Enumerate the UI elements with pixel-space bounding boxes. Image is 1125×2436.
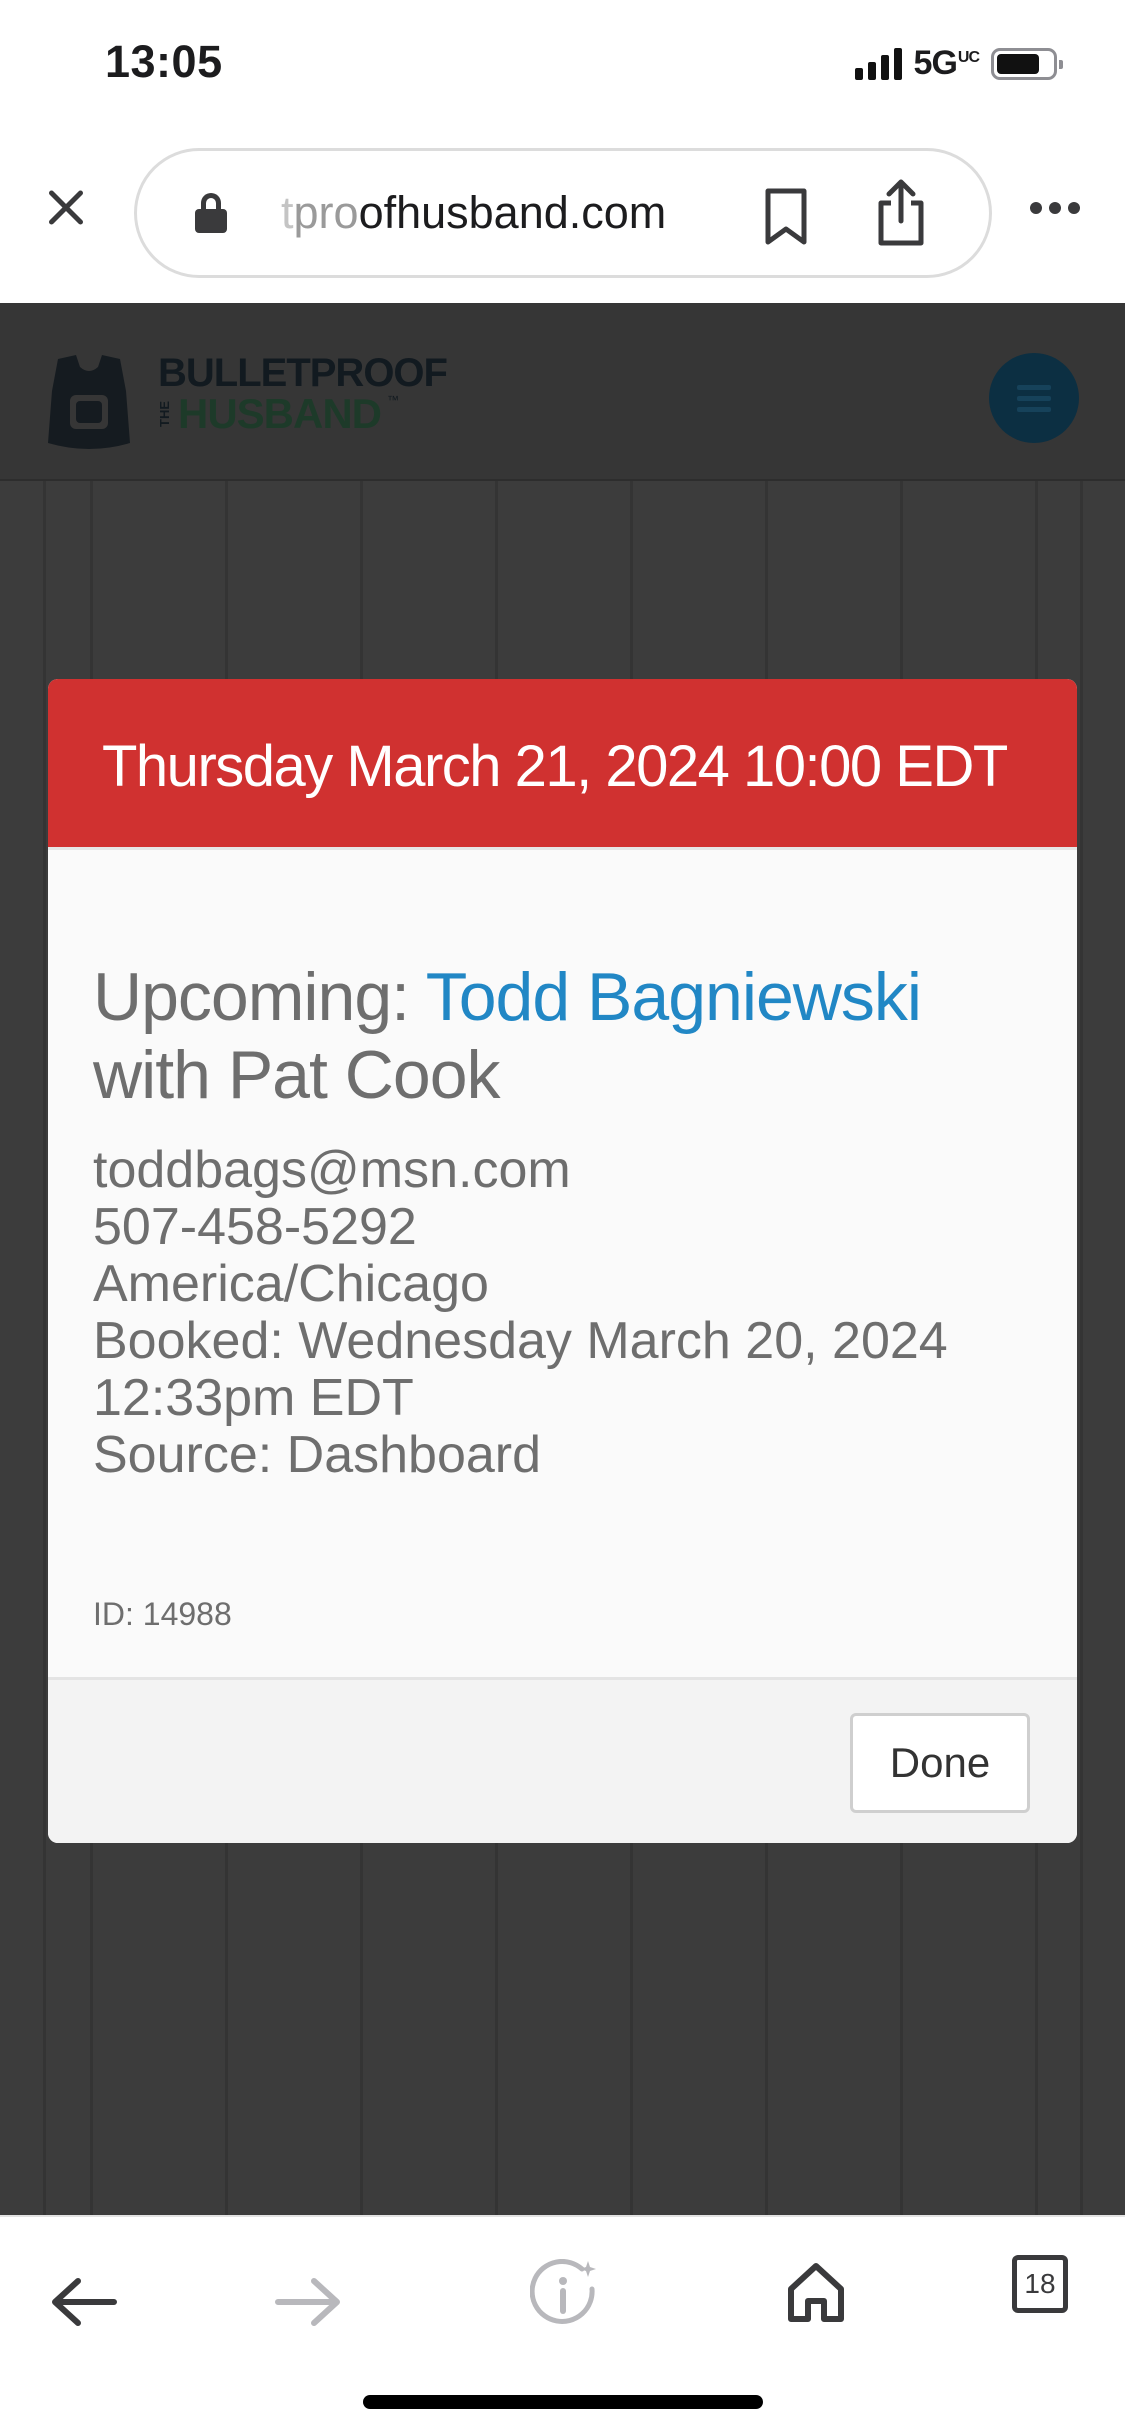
- status-bar: 13:05 5GUC: [0, 0, 1125, 130]
- site-header: BULLETPROOF THE HUSBAND ™: [0, 303, 1125, 481]
- booked-date: Booked: Wednesday March 20, 2024: [93, 1312, 948, 1370]
- site-logo[interactable]: BULLETPROOF THE HUSBAND ™: [157, 353, 448, 435]
- modal-header: Thursday March 21, 2024 10:00 EDT: [48, 679, 1077, 847]
- battery-icon: [991, 47, 1063, 80]
- lock-icon: [195, 193, 227, 233]
- url-text[interactable]: tproofhusband.com: [281, 187, 666, 239]
- status-time: 13:05: [105, 36, 223, 87]
- bookmark-icon[interactable]: [763, 187, 809, 247]
- client-phone: 507-458-5292: [93, 1198, 417, 1256]
- client-email: toddbags@msn.com: [93, 1141, 571, 1199]
- status-indicators: 5GUC: [854, 44, 1063, 83]
- appointment-heading: Upcoming: Todd Bagniewski with Pat Cook: [93, 959, 922, 1113]
- more-options-button[interactable]: [1030, 202, 1080, 214]
- modal-body: Upcoming: Todd Bagniewski with Pat Cook …: [48, 847, 1077, 1677]
- page-info-icon[interactable]: [530, 2259, 600, 2329]
- client-name-link[interactable]: Todd Bagniewski: [426, 959, 922, 1035]
- page-content: BULLETPROOF THE HUSBAND ™ Thursday March…: [0, 303, 1125, 2215]
- vest-logo-icon[interactable]: [46, 351, 132, 451]
- share-icon[interactable]: [873, 179, 929, 247]
- client-timezone: America/Chicago: [93, 1255, 489, 1313]
- tabs-count-button[interactable]: 18: [1012, 2255, 1068, 2313]
- done-button[interactable]: Done: [850, 1713, 1030, 1813]
- appointment-id: ID: 14988: [93, 1596, 232, 1632]
- hamburger-menu-button[interactable]: [989, 353, 1079, 443]
- forward-arrow-icon[interactable]: [274, 2277, 342, 2327]
- browser-top-bar: tproofhusband.com: [0, 130, 1125, 303]
- booking-source: Source: Dashboard: [93, 1426, 542, 1484]
- modal-footer: Done: [48, 1677, 1077, 1843]
- home-indicator[interactable]: [363, 2395, 763, 2409]
- appointment-details: toddbags@msn.com 507-458-5292 America/Ch…: [93, 1142, 948, 1484]
- network-type: 5GUC: [913, 44, 980, 82]
- booked-time: 12:33pm EDT: [93, 1369, 414, 1427]
- close-tab-button[interactable]: [38, 180, 94, 236]
- appointment-datetime: Thursday March 21, 2024 10:00 EDT: [102, 734, 1008, 799]
- address-bar[interactable]: tproofhusband.com: [134, 148, 992, 278]
- appointment-modal: Thursday March 21, 2024 10:00 EDT Upcomi…: [48, 679, 1077, 1843]
- back-arrow-icon[interactable]: [50, 2277, 118, 2327]
- cellular-signal-icon: [854, 47, 902, 80]
- home-icon[interactable]: [786, 2261, 846, 2323]
